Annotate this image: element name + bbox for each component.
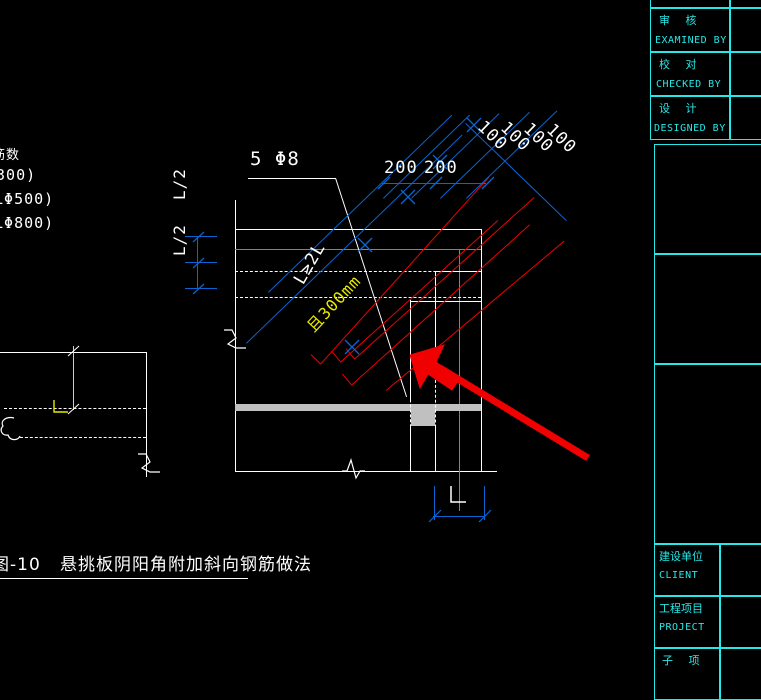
title-block-cn-subitem: 子 项 xyxy=(662,654,706,667)
title-block-value-project[interactable] xyxy=(720,596,761,648)
diagonal-rebar-1-hook xyxy=(342,373,352,385)
title-block-value-client[interactable] xyxy=(720,544,761,596)
top-dim-label-0: 200 xyxy=(384,158,418,178)
title-block-cell-5[interactable] xyxy=(654,254,761,364)
left-dim-tick-marks xyxy=(190,230,210,296)
figure-caption: 悬挑板阴阳角附加斜向钢筋做法 xyxy=(60,555,312,575)
title-block-cn-client: 建设单位 xyxy=(659,550,703,563)
bottom-dim-L-bracket xyxy=(448,486,468,506)
cad-drawing-canvas: 筋数 Φ300) <LΦ500) <LΦ800) xyxy=(0,0,761,700)
title-block-cell-4[interactable] xyxy=(654,144,761,254)
title-block-value-1[interactable] xyxy=(730,8,761,52)
red-annotation-arrow xyxy=(409,340,595,465)
main-detail-view: 5 Φ8 200 200 100 100 100 100 L/2 L/2 L≥2… xyxy=(0,0,640,540)
title-block-en-1: EXAMINED BY xyxy=(655,35,727,46)
title-block-en-3: DESIGNED BY xyxy=(654,123,726,134)
slab-left-break-symbol xyxy=(224,326,246,352)
title-block-cn-2: 校 对 xyxy=(659,58,703,71)
title-block-value-0[interactable] xyxy=(730,0,761,8)
title-block-value-2[interactable] xyxy=(730,52,761,96)
left-dim-label-1: L/2 xyxy=(170,224,189,256)
title-block-cn-project: 工程项目 xyxy=(659,602,703,615)
caption-underline xyxy=(0,578,248,579)
left-dim-label-0: L/2 xyxy=(170,168,189,200)
title-block-cn-1: 审 核 xyxy=(659,14,703,27)
title-block: 总工程师 CHIEF ENGI. 审 核 EXAMINED BY 校 对 CHE… xyxy=(640,0,761,700)
blue-dim-ticks xyxy=(255,110,515,360)
top-dim-label-1: 200 xyxy=(424,158,458,178)
title-block-cell-6[interactable] xyxy=(654,364,761,544)
title-block-en-client: CLIENT xyxy=(659,570,699,581)
figure-number: 图-10 xyxy=(0,555,41,575)
slab-bottom-break-symbol xyxy=(340,458,366,480)
title-block-value-subitem[interactable] xyxy=(720,648,761,700)
title-block-cn-3: 设 计 xyxy=(659,102,703,115)
title-block-en-project: PROJECT xyxy=(659,622,705,633)
title-block-value-3[interactable] xyxy=(730,96,761,140)
slab-bottom-edge xyxy=(235,471,497,472)
bottom-dim-ticks xyxy=(427,508,493,526)
title-block-en-2: CHECKED BY xyxy=(656,79,722,90)
title-block-en-0: CHIEF ENGI. xyxy=(657,0,729,2)
